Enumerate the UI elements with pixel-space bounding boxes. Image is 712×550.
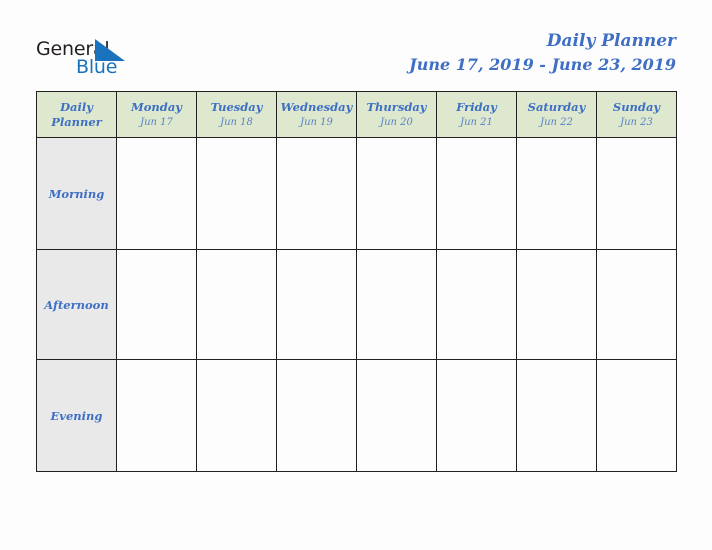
day-date-label: Jun 22 xyxy=(540,116,573,128)
day-date-label: Jun 23 xyxy=(620,116,653,128)
slot-afternoon-friday[interactable] xyxy=(436,249,517,360)
day-header-friday: Friday Jun 21 xyxy=(436,91,517,138)
date-range: June 17, 2019 - June 23, 2019 xyxy=(409,55,676,74)
corner-label-line2: Planner xyxy=(51,114,102,129)
day-name-label: Monday xyxy=(131,99,182,114)
day-header-saturday: Saturday Jun 22 xyxy=(516,91,597,138)
slot-afternoon-thursday[interactable] xyxy=(356,249,437,360)
slot-evening-sunday[interactable] xyxy=(596,359,677,472)
slot-evening-monday[interactable] xyxy=(116,359,197,472)
page-header: General Blue Daily Planner June 17, 2019… xyxy=(0,0,712,88)
slot-evening-wednesday[interactable] xyxy=(276,359,357,472)
daily-planner-table: Daily Planner Monday Jun 17 Tuesday Jun … xyxy=(36,91,677,472)
slot-afternoon-sunday[interactable] xyxy=(596,249,677,360)
logo-word-blue: Blue xyxy=(76,56,118,78)
slot-morning-monday[interactable] xyxy=(116,137,197,250)
day-name-label: Friday xyxy=(456,99,497,114)
slot-evening-thursday[interactable] xyxy=(356,359,437,472)
slot-morning-saturday[interactable] xyxy=(516,137,597,250)
day-name-label: Tuesday xyxy=(210,99,263,114)
slot-afternoon-saturday[interactable] xyxy=(516,249,597,360)
day-header-tuesday: Tuesday Jun 18 xyxy=(196,91,277,138)
day-date-label: Jun 18 xyxy=(220,116,253,128)
day-name-label: Wednesday xyxy=(280,99,353,114)
table-row: Evening xyxy=(36,359,677,472)
planner-title-block: Daily Planner June 17, 2019 - June 23, 2… xyxy=(409,30,676,76)
table-row: Afternoon xyxy=(36,249,677,360)
day-date-label: Jun 17 xyxy=(140,116,173,128)
day-header-wednesday: Wednesday Jun 19 xyxy=(276,91,357,138)
day-header-monday: Monday Jun 17 xyxy=(116,91,197,138)
slot-evening-saturday[interactable] xyxy=(516,359,597,472)
slot-morning-thursday[interactable] xyxy=(356,137,437,250)
table-header-row: Daily Planner Monday Jun 17 Tuesday Jun … xyxy=(36,91,677,138)
day-header-thursday: Thursday Jun 20 xyxy=(356,91,437,138)
slot-morning-sunday[interactable] xyxy=(596,137,677,250)
day-date-label: Jun 20 xyxy=(380,116,413,128)
day-date-label: Jun 19 xyxy=(300,116,333,128)
day-name-label: Thursday xyxy=(366,99,427,114)
slot-evening-friday[interactable] xyxy=(436,359,517,472)
slot-evening-tuesday[interactable] xyxy=(196,359,277,472)
table-row: Morning xyxy=(36,137,677,250)
row-label-afternoon: Afternoon xyxy=(36,249,117,360)
slot-afternoon-monday[interactable] xyxy=(116,249,197,360)
day-name-label: Saturday xyxy=(527,99,586,114)
page-title: Daily Planner xyxy=(546,31,676,51)
day-header-sunday: Sunday Jun 23 xyxy=(596,91,677,138)
slot-morning-tuesday[interactable] xyxy=(196,137,277,250)
slot-morning-wednesday[interactable] xyxy=(276,137,357,250)
row-label-evening: Evening xyxy=(36,359,117,472)
slot-afternoon-tuesday[interactable] xyxy=(196,249,277,360)
day-date-label: Jun 21 xyxy=(460,116,493,128)
corner-label-line1: Daily xyxy=(60,99,93,114)
slot-morning-friday[interactable] xyxy=(436,137,517,250)
general-blue-logo: General Blue xyxy=(36,38,206,84)
corner-header-cell: Daily Planner xyxy=(36,91,117,138)
slot-afternoon-wednesday[interactable] xyxy=(276,249,357,360)
row-label-morning: Morning xyxy=(36,137,117,250)
day-name-label: Sunday xyxy=(612,99,661,114)
